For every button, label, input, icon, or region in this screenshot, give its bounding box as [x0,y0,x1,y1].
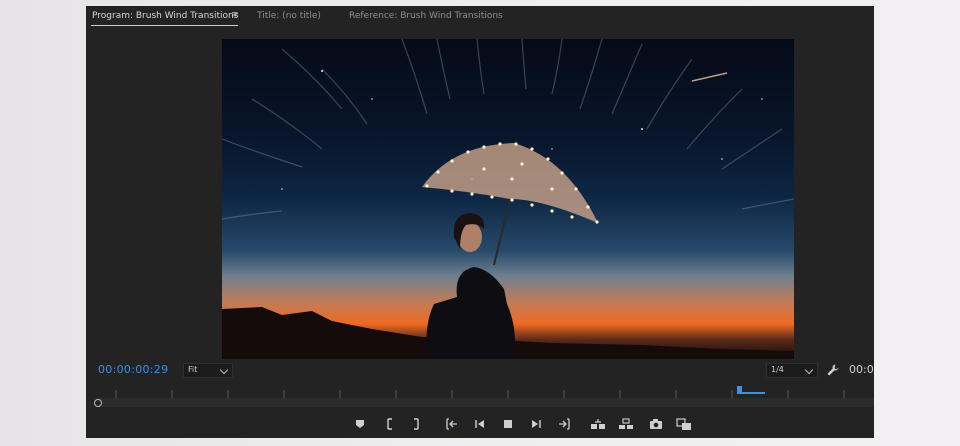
zoom-level-value: Fit [188,365,198,374]
tab-reference-label: Reference: Brush Wind Transitions [349,11,503,21]
compare-view-icon[interactable] [676,416,692,432]
video-frame-image [222,39,794,359]
playhead-timecode[interactable]: 00:00:00:29 [98,363,168,376]
wrench-icon[interactable] [826,362,840,376]
active-tab-indicator [91,25,238,26]
scrub-bar[interactable] [96,398,874,407]
transport-controls [86,416,874,432]
step-back-icon[interactable] [472,416,488,432]
lift-icon[interactable] [590,416,606,432]
tab-title-label: Title: (no title) [257,11,321,21]
mark-out-icon[interactable] [408,416,424,432]
go-to-in-icon[interactable] [444,416,460,432]
tab-program[interactable]: Program: Brush Wind Transitions [92,11,238,21]
duration-timecode: 00:00 [849,363,874,376]
chevron-down-icon [219,365,229,375]
panel-menu-icon[interactable]: ≡ [231,10,239,20]
program-monitor-panel: Program: Brush Wind Transitions ≡ Title:… [86,6,874,438]
add-marker-icon[interactable] [352,416,368,432]
tab-title[interactable]: Title: (no title) [257,11,321,21]
extract-icon[interactable] [618,416,634,432]
tab-reference[interactable]: Reference: Brush Wind Transitions [349,11,503,21]
play-icon[interactable] [528,416,544,432]
work-area-marker[interactable] [737,386,765,395]
zoom-level-select[interactable]: Fit [183,363,233,378]
playback-resolution-select[interactable]: 1/4 [766,363,818,378]
chevron-down-icon [804,365,814,375]
mark-in-icon[interactable] [382,416,398,432]
panel-tab-bar: Program: Brush Wind Transitions ≡ Title:… [86,6,874,30]
monitor-controls-bar: 00:00:00:29 Fit 1/4 00:00 [86,362,874,380]
playback-resolution-value: 1/4 [771,365,784,374]
go-to-out-icon[interactable] [556,416,572,432]
stop-icon[interactable] [500,416,516,432]
tab-program-label: Program: Brush Wind Transitions [92,11,239,21]
playhead-handle[interactable] [94,399,102,407]
video-preview-frame[interactable] [222,39,794,359]
export-frame-icon[interactable] [648,416,664,432]
